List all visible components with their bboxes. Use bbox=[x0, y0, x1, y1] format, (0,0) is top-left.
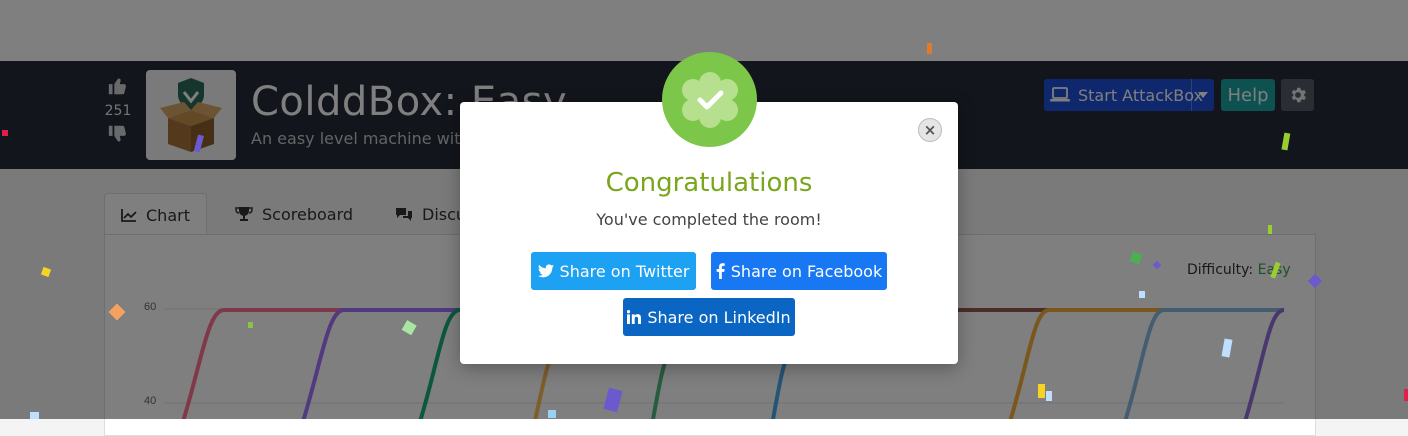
share-linkedin-label: Share on LinkedIn bbox=[647, 307, 791, 327]
modal-title: Congratulations bbox=[605, 168, 813, 198]
facebook-icon bbox=[716, 263, 725, 279]
share-twitter-button[interactable]: Share on Twitter bbox=[531, 252, 696, 290]
modal-subtitle: You've completed the room! bbox=[596, 210, 822, 229]
share-facebook-button[interactable]: Share on Facebook bbox=[711, 252, 887, 290]
linkedin-icon bbox=[627, 310, 642, 324]
check-badge-icon bbox=[681, 71, 738, 128]
close-modal-button[interactable]: × bbox=[918, 118, 942, 142]
share-linkedin-button[interactable]: Share on LinkedIn bbox=[623, 298, 795, 336]
twitter-icon bbox=[537, 264, 554, 278]
share-twitter-label: Share on Twitter bbox=[559, 261, 690, 281]
share-facebook-label: Share on Facebook bbox=[730, 261, 883, 281]
success-badge bbox=[662, 52, 757, 147]
